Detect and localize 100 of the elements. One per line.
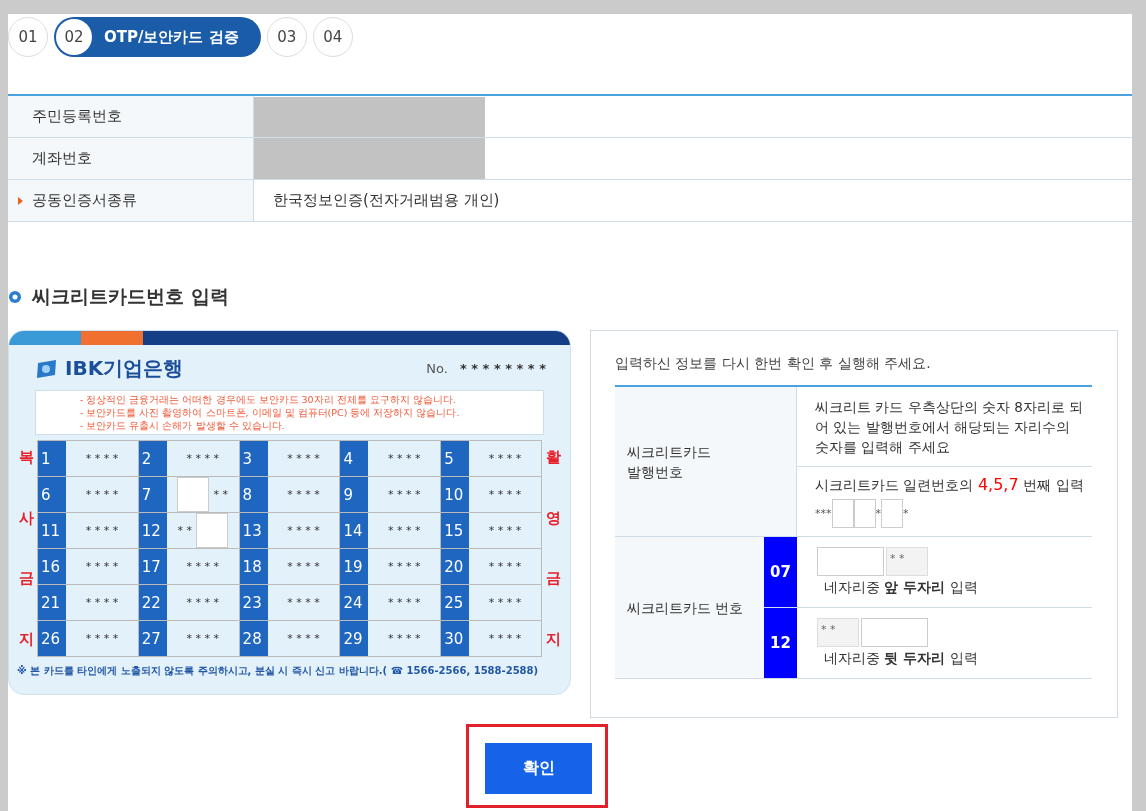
field-label: 공동인증서종류 bbox=[32, 191, 137, 210]
cell-number: 11 bbox=[38, 513, 66, 548]
masked-digits: * * * * bbox=[85, 488, 119, 501]
masked-digits: * * * * bbox=[488, 632, 522, 645]
confirm-button[interactable]: 확인 bbox=[485, 743, 592, 794]
masked-digits: * * * * bbox=[488, 524, 522, 537]
masked-digits: * * * * bbox=[388, 452, 421, 465]
side-letter: 활 bbox=[545, 448, 561, 467]
masked-digits: * * bbox=[886, 547, 928, 576]
masked-digits: * * bbox=[177, 524, 192, 537]
masked-digits: * * * * bbox=[186, 596, 219, 609]
masked-digits: * * * * bbox=[388, 632, 421, 645]
masked-digits: * * * * bbox=[85, 560, 119, 573]
step-tab[interactable]: 03 bbox=[266, 17, 307, 57]
masked-digits: * * * * bbox=[388, 488, 421, 501]
digit-input[interactable] bbox=[861, 618, 928, 647]
cell-number: 2 bbox=[138, 441, 167, 476]
cell-number: 12 bbox=[138, 513, 167, 548]
blank-patch bbox=[195, 513, 228, 548]
masked-digits: * * * * bbox=[85, 452, 119, 465]
cell-number: 7 bbox=[138, 477, 167, 512]
side-letter: 금 bbox=[18, 569, 34, 589]
masked-digits: * * * * bbox=[488, 560, 522, 573]
masked-digits: * * * * bbox=[186, 452, 219, 465]
masked-digits: * * bbox=[213, 488, 228, 501]
masked-digits: * * * * bbox=[287, 596, 320, 609]
cell-number: 22 bbox=[138, 585, 167, 620]
side-letter: 복 bbox=[18, 448, 34, 467]
masked-digits: * * * * bbox=[287, 488, 320, 501]
cell-number: 18 bbox=[239, 549, 268, 584]
masked-digits: * * * * bbox=[186, 560, 219, 573]
masked-digits: * * * * bbox=[388, 596, 421, 609]
cell-number: 25 bbox=[441, 585, 470, 620]
side-letter: 지 bbox=[18, 629, 34, 649]
hint-text: 네자리중 앞 두자리 입력 bbox=[823, 579, 978, 597]
warning-text: - 보안카드를 사진 촬영하여 스마트폰, 이메일 및 컴퓨터(PC) 등에 저장하지 않습니다. bbox=[80, 406, 461, 419]
row-label: 씨크리트카드 발행번호 bbox=[627, 442, 711, 482]
digit-input[interactable] bbox=[881, 499, 903, 528]
field-label: 주민등록번호 bbox=[32, 107, 122, 126]
masked-digits: * * * * bbox=[488, 452, 522, 465]
prompt-text: 시크리트카드 일련번호의 4,5,7 번째 입력 bbox=[815, 475, 1085, 495]
cell-number: 23 bbox=[239, 585, 268, 620]
step-tab[interactable]: 04 bbox=[312, 17, 353, 57]
side-letter: 영 bbox=[545, 508, 561, 528]
cell-number: 4 bbox=[340, 441, 369, 476]
cell-number: 24 bbox=[340, 585, 369, 620]
masked-digits: * * * * bbox=[287, 524, 320, 537]
cell-number: 6 bbox=[38, 477, 66, 512]
step-label: OTP/보안카드 검증 bbox=[104, 27, 239, 47]
hint-text: 네자리중 뒷 두자리 입력 bbox=[823, 650, 978, 668]
masked-digits: * * * * bbox=[186, 632, 219, 645]
cell-number: 8 bbox=[239, 477, 268, 512]
cell-number: 10 bbox=[441, 477, 470, 512]
bank-logo-icon bbox=[35, 358, 59, 379]
masked-digit: *** bbox=[815, 505, 832, 522]
masked-digits: * * * * bbox=[287, 560, 320, 573]
section-title: 씨크리트카드번호 입력 bbox=[32, 284, 229, 309]
cell-number: 19 bbox=[340, 549, 369, 584]
cell-number: 9 bbox=[340, 477, 369, 512]
side-letter: 사 bbox=[18, 508, 34, 528]
cell-number: 3 bbox=[239, 441, 268, 476]
cell-number: 29 bbox=[340, 621, 369, 656]
card-index-badge: 12 bbox=[764, 608, 797, 678]
masked-digit: * bbox=[875, 505, 881, 522]
digit-input[interactable] bbox=[817, 547, 884, 576]
masked-digits: * * * * bbox=[287, 452, 320, 465]
notice-text: 입력하신 정보를 다시 한번 확인 후 실행해 주세요. bbox=[615, 355, 932, 373]
serial-label: No. bbox=[426, 361, 448, 376]
masked-digits: * * * * bbox=[85, 596, 119, 609]
step-tab[interactable]: 01 bbox=[8, 17, 48, 57]
digit-input[interactable] bbox=[853, 499, 876, 528]
bank-name: IBK기업은행 bbox=[65, 355, 184, 382]
masked-digits: * * * * bbox=[85, 524, 119, 537]
masked-digits: * * * * bbox=[287, 632, 320, 645]
step-tab[interactable]: 02 OTP/보안카드 검증 bbox=[54, 17, 261, 57]
cell-number: 16 bbox=[38, 549, 66, 584]
cell-number: 27 bbox=[138, 621, 167, 656]
serial-number: * * * * * * * * bbox=[459, 361, 546, 376]
side-letter: 금 bbox=[545, 569, 561, 589]
masked-digits: * * bbox=[817, 618, 859, 647]
field-value: 한국정보인증(전자거래범용 개인) bbox=[273, 191, 500, 210]
warning-text: - 정상적인 금융거래는 어떠한 경우에도 보안카드 30자리 전체를 요구하지 않습니다. bbox=[80, 393, 457, 406]
blank-patch bbox=[177, 477, 210, 512]
row-label: 씨크리트카드 번호 bbox=[627, 598, 744, 618]
cell-number: 17 bbox=[138, 549, 167, 584]
cell-number: 13 bbox=[239, 513, 268, 548]
cell-number: 15 bbox=[441, 513, 470, 548]
step-number: 02 bbox=[56, 19, 92, 55]
field-label: 계좌번호 bbox=[32, 149, 92, 168]
card-index-badge: 07 bbox=[764, 537, 797, 607]
digit-input[interactable] bbox=[831, 499, 854, 528]
cell-number: 1 bbox=[38, 441, 66, 476]
warning-text: - 보안카드 유출시 손해가 발생할 수 있습니다. bbox=[80, 419, 286, 432]
side-letter: 지 bbox=[545, 629, 561, 649]
cell-number: 14 bbox=[340, 513, 369, 548]
cell-number: 26 bbox=[38, 621, 66, 656]
masked-digits: * * * * bbox=[488, 488, 522, 501]
description-text: 씨크리트 카드 우측상단의 숫자 8자리로 되어 있는 발행번호에서 해당되는 자리수의 숫자를 입력해 주세요 bbox=[797, 387, 1092, 467]
masked-digits: * * * * bbox=[388, 524, 421, 537]
masked-digits: * * * * bbox=[488, 596, 522, 609]
